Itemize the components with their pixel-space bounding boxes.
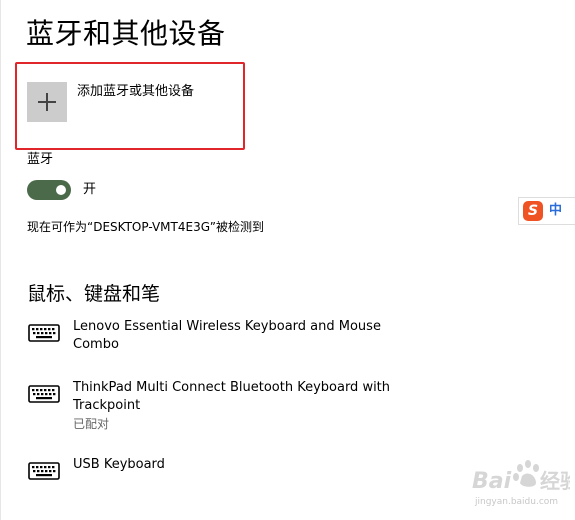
toggle-state-label: 开 — [83, 182, 97, 197]
device-name: USB Keyboard — [73, 457, 165, 472]
svg-text:Bai: Bai — [472, 469, 512, 494]
watermark-url: jingyan.baidu.com — [475, 497, 559, 507]
plus-icon — [27, 82, 67, 122]
bluetooth-section-label: 蓝牙 — [27, 152, 54, 167]
keyboard-icon — [28, 462, 60, 480]
add-bluetooth-device-button[interactable]: 添加蓝牙或其他设备 — [27, 82, 194, 122]
bluetooth-toggle[interactable] — [27, 180, 71, 200]
ime-mode-label: 中 — [549, 203, 563, 218]
keyboard-icon — [28, 324, 60, 342]
toggle-knob — [56, 185, 66, 195]
device-name: ThinkPad Multi Connect Bluetooth Keyboar… — [73, 380, 391, 413]
peripherals-heading: 鼠标、键盘和笔 — [27, 283, 161, 305]
add-device-label: 添加蓝牙或其他设备 — [77, 84, 195, 99]
device-item[interactable]: ThinkPad Multi Connect Bluetooth Keyboar… — [27, 379, 393, 433]
ime-indicator[interactable]: S 中 — [518, 197, 575, 225]
bluetooth-toggle-row: 开 — [27, 180, 96, 200]
device-status: 已配对 — [73, 417, 110, 431]
device-name: Lenovo Essential Wireless Keyboard and M… — [73, 319, 381, 352]
discoverable-status: 现在可作为“DESKTOP-VMT4E3G”被检测到 — [27, 220, 264, 234]
keyboard-icon — [28, 385, 60, 403]
device-item[interactable]: Lenovo Essential Wireless Keyboard and M… — [27, 318, 413, 354]
window-edge — [0, 0, 1, 520]
sogou-logo-icon: S — [523, 201, 543, 221]
device-item[interactable]: USB Keyboard — [27, 456, 413, 488]
svg-text:经验: 经验 — [540, 469, 570, 493]
page-title: 蓝牙和其他设备 — [26, 17, 226, 50]
